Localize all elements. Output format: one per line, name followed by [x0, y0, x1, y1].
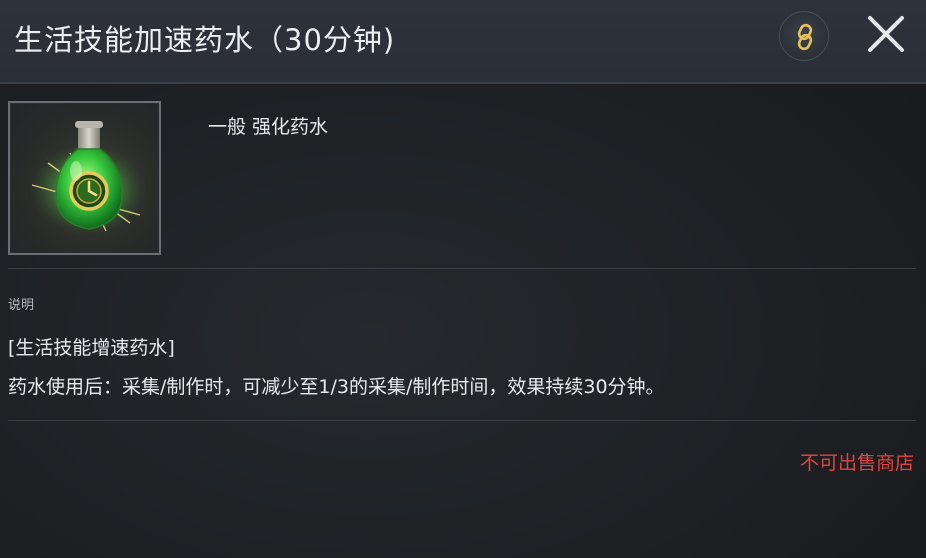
not-sellable-notice: 不可出售商店	[799, 452, 914, 474]
item-icon-slot	[8, 101, 161, 255]
item-tooltip-panel: 生活技能加速药水（30分钟) 一般 强化药水 说明 [生活技能增速药水] 药水使…	[0, 0, 926, 558]
link-item-button[interactable]	[779, 11, 829, 61]
green-potion-clock-icon	[30, 121, 146, 235]
tooltip-header: 生活技能加速药水（30分钟)	[0, 0, 926, 84]
divider	[8, 420, 916, 421]
divider	[8, 268, 916, 269]
description-section-label: 说明	[8, 298, 35, 313]
description-line-title: [生活技能增速药水]	[8, 337, 175, 359]
close-button[interactable]	[866, 14, 906, 54]
item-grade-type: 一般 强化药水	[208, 116, 329, 138]
item-title: 生活技能加速药水（30分钟)	[14, 23, 396, 57]
link-icon	[797, 23, 813, 51]
close-icon	[868, 16, 904, 52]
description-line-effect: 药水使用后：采集/制作时，可减少至1/3的采集/制作时间，效果持续30分钟。	[8, 376, 665, 398]
